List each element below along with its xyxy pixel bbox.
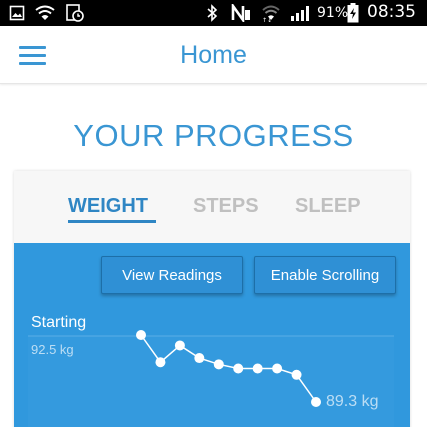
status-bar: ↑↓ 91% 08:35 [0, 0, 427, 26]
bluetooth-icon [204, 4, 220, 22]
clock-time: 08:35 [367, 2, 416, 22]
enable-scrolling-button[interactable]: Enable Scrolling [254, 256, 396, 294]
image-icon [8, 4, 26, 22]
battery-charging-icon [346, 3, 360, 23]
active-tab-indicator [68, 220, 156, 223]
chart-end-value: 89.3 kg [326, 393, 379, 410]
cell-signal-icon [288, 4, 312, 22]
app-title: Home [180, 41, 247, 69]
battery-percent: 91% [317, 5, 349, 21]
view-readings-button[interactable]: View Readings [101, 256, 243, 294]
tab-sleep[interactable]: SLEEP [295, 195, 361, 218]
tab-steps[interactable]: STEPS [193, 195, 259, 218]
chart-start-value: 92.5 kg [31, 342, 74, 357]
wifi-icon [34, 4, 56, 22]
nfc-icon [230, 4, 252, 22]
wifi-signal-icon: ↑↓ [260, 4, 282, 22]
app-bar: Home [0, 26, 427, 84]
chart-start-label: Starting [31, 314, 87, 331]
clock-notification-icon [65, 4, 85, 22]
tab-weight[interactable]: WEIGHT [68, 195, 148, 218]
svg-text:↑↓: ↑↓ [262, 17, 272, 22]
page-heading: YOUR PROGRESS [73, 118, 354, 153]
